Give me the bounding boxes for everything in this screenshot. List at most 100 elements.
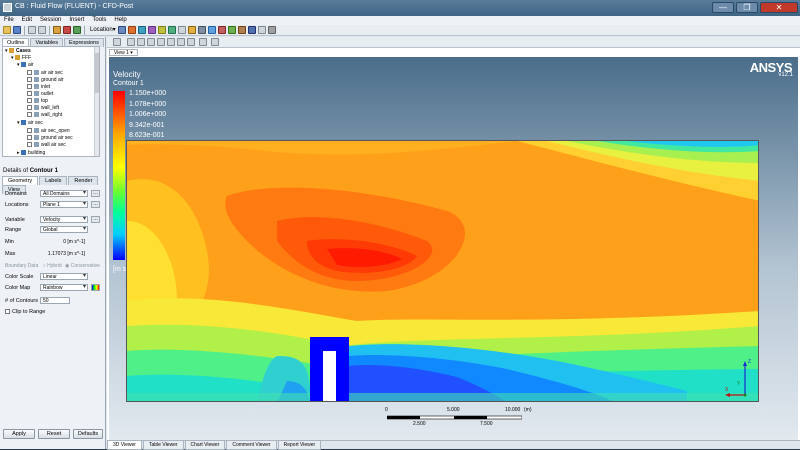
clip-to-range-row[interactable]: Clip to Range <box>5 308 45 316</box>
visibility-checkbox[interactable] <box>27 91 32 97</box>
visibility-checkbox[interactable] <box>27 135 32 141</box>
axis-z-label: Z <box>748 359 752 365</box>
zoom-out-icon[interactable] <box>177 38 185 46</box>
save-icon[interactable] <box>13 26 21 34</box>
zoom-box-icon[interactable] <box>157 38 165 46</box>
variable-browse-button[interactable]: … <box>91 216 100 223</box>
isosurface-icon[interactable] <box>168 26 176 34</box>
3d-viewport[interactable]: ANSYS v12.1 Velocity Contour 1 1.150e+00… <box>109 57 798 440</box>
tree-item-air-air-sec[interactable]: air air sec <box>27 70 63 77</box>
menu-session[interactable]: Session <box>36 16 65 25</box>
tree-item-wall-left[interactable]: wall_left <box>27 105 59 112</box>
color-map-dropdown[interactable]: Rainbow <box>40 284 88 291</box>
legend-icon[interactable] <box>188 26 196 34</box>
locations-dropdown[interactable]: Plane 1 <box>40 201 88 208</box>
menu-file[interactable]: File <box>0 16 18 25</box>
tree-item-air-sec[interactable]: ▾ air sec <box>17 120 43 127</box>
location-dropdown[interactable]: Location▾ <box>90 26 116 35</box>
volume-rendering-icon[interactable] <box>158 26 166 34</box>
tab-labels[interactable]: Labels <box>39 176 68 185</box>
tree-item-ground-air[interactable]: ground air <box>27 77 64 84</box>
menu-edit[interactable]: Edit <box>18 16 36 25</box>
select-icon[interactable] <box>113 38 121 46</box>
tree-item-cases[interactable]: ▾ Cases <box>5 48 31 55</box>
tree-item-ground-air-sec[interactable]: ground air sec <box>27 135 73 142</box>
tree-item-top[interactable]: top <box>27 98 48 105</box>
tree-item-wall-air-sec[interactable]: wall air sec <box>27 142 66 149</box>
undo-icon[interactable] <box>28 26 36 34</box>
tree-item-inlet[interactable]: inlet <box>27 84 50 91</box>
color-scale-dropdown[interactable]: Linear <box>40 273 88 280</box>
visibility-checkbox[interactable] <box>27 128 32 134</box>
velocity-contour-plot[interactable] <box>126 140 759 402</box>
streamline-icon[interactable] <box>138 26 146 34</box>
color-map-editor-button[interactable] <box>91 284 100 291</box>
close-button[interactable]: ✕ <box>760 2 798 13</box>
domains-dropdown[interactable]: All Domains <box>40 190 88 197</box>
defaults-button[interactable]: Defaults <box>73 429 103 439</box>
menu-help[interactable]: Help <box>110 16 130 25</box>
reset-button[interactable]: Reset <box>38 429 70 439</box>
zoom-icon[interactable] <box>147 38 155 46</box>
image-icon[interactable] <box>63 26 71 34</box>
variable-icon[interactable] <box>228 26 236 34</box>
hybrid-radio[interactable]: ○ Hybrid <box>43 263 62 269</box>
tree-item-wall-right[interactable]: wall_right <box>27 112 62 119</box>
visibility-checkbox[interactable] <box>27 70 32 76</box>
tree-item-air[interactable]: ▾ air <box>17 62 34 69</box>
menu-tools[interactable]: Tools <box>88 16 110 25</box>
boundary-data-label: Boundary Data <box>5 263 39 269</box>
range-dropdown[interactable]: Global <box>40 226 88 233</box>
visibility-checkbox[interactable] <box>27 112 32 118</box>
particle-track-icon[interactable] <box>148 26 156 34</box>
min-label: Min <box>5 239 14 245</box>
visibility-checkbox[interactable] <box>27 77 32 83</box>
comment-icon[interactable] <box>268 26 276 34</box>
zoom-in-icon[interactable] <box>167 38 175 46</box>
animation-icon[interactable] <box>73 26 81 34</box>
color-map-icon[interactable] <box>218 26 226 34</box>
layout-icon[interactable] <box>199 38 207 46</box>
tree-scrollbar[interactable] <box>94 47 99 156</box>
pan-icon[interactable] <box>137 38 145 46</box>
viewer-tabs: 3D Viewer Table Viewer Chart Viewer Comment… <box>107 440 800 450</box>
visibility-checkbox[interactable] <box>27 105 32 111</box>
viewport-layout-icon[interactable] <box>211 38 219 46</box>
domains-browse-button[interactable]: … <box>91 190 100 197</box>
locations-browse-button[interactable]: … <box>91 201 100 208</box>
tab-render[interactable]: Render <box>68 176 99 185</box>
open-folder-icon[interactable] <box>3 26 11 34</box>
redo-icon[interactable] <box>38 26 46 34</box>
print-icon[interactable] <box>53 26 61 34</box>
minimize-button[interactable]: — <box>712 2 734 13</box>
rotate-icon[interactable] <box>127 38 135 46</box>
expression-icon[interactable] <box>238 26 246 34</box>
apply-button[interactable]: Apply <box>3 429 35 439</box>
menu-insert[interactable]: Insert <box>65 16 88 25</box>
instance-transform-icon[interactable] <box>198 26 206 34</box>
table-icon[interactable] <box>248 26 256 34</box>
view-selector[interactable]: View 1 ▾ <box>109 49 138 56</box>
maximize-button[interactable]: ❐ <box>736 2 758 13</box>
visibility-checkbox[interactable] <box>27 142 32 148</box>
chart-icon[interactable] <box>258 26 266 34</box>
conservative-radio[interactable]: ◉ Conservative <box>65 263 100 269</box>
tree-item-building[interactable]: ▸ building <box>17 150 45 156</box>
clip-plane-icon[interactable] <box>208 26 216 34</box>
text-icon[interactable] <box>178 26 186 34</box>
vector-icon[interactable] <box>118 26 126 34</box>
tree-item-air-sec-open[interactable]: air sec_open <box>27 128 70 135</box>
fit-view-icon[interactable] <box>187 38 195 46</box>
contours-input[interactable]: 50 <box>40 297 70 304</box>
domain-icon <box>21 150 26 156</box>
visibility-checkbox[interactable] <box>27 98 32 104</box>
tree-item-fff[interactable]: ▾ FFF <box>11 55 31 62</box>
clip-to-range-checkbox[interactable] <box>5 309 10 315</box>
tab-geometry[interactable]: Geometry <box>2 176 39 185</box>
contour-icon[interactable] <box>128 26 136 34</box>
scrollbar-thumb[interactable] <box>95 53 99 93</box>
variable-dropdown[interactable]: Velocity <box>40 216 88 223</box>
visibility-checkbox[interactable] <box>27 84 32 90</box>
title-bar[interactable]: CB : Fluid Flow (FLUENT) - CFD-Post — ❐ … <box>0 0 800 16</box>
tree-item-outlet[interactable]: outlet <box>27 91 53 98</box>
